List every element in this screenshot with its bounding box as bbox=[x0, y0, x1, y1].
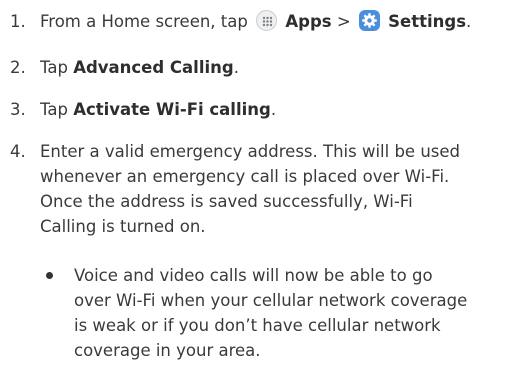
step-4-line: whenever an emergency call is placed ove… bbox=[40, 167, 450, 186]
bullet-text: Voice and video calls will now be able t… bbox=[74, 263, 504, 363]
step-number: 4. bbox=[10, 142, 26, 161]
gear-icon bbox=[358, 10, 380, 31]
step-1-suffix: . bbox=[466, 12, 472, 31]
step-4-line: Calling is turned on. bbox=[40, 217, 206, 236]
step-3-prefix: Tap bbox=[40, 100, 68, 119]
step-1-prefix: From a Home screen, tap bbox=[40, 12, 248, 31]
step-number: 2. bbox=[10, 58, 26, 77]
bullet-line: over Wi-Fi when your cellular network co… bbox=[74, 291, 468, 310]
step-number: 3. bbox=[10, 100, 26, 119]
step-text: Tap Activate Wi-Fi calling. bbox=[40, 97, 276, 122]
step-text: Enter a valid emergency address. This wi… bbox=[40, 139, 460, 239]
step-2-prefix: Tap bbox=[40, 58, 68, 77]
step-number: 1. bbox=[10, 12, 26, 31]
settings-label: Settings bbox=[388, 12, 467, 31]
separator: > bbox=[336, 12, 351, 31]
apps-grid-icon bbox=[256, 10, 278, 31]
step-text: From a Home screen, tap Apps > Settings. bbox=[40, 9, 471, 34]
bullet-line: is weak or if you don’t have cellular ne… bbox=[74, 316, 441, 335]
step-3-suffix: . bbox=[270, 100, 277, 119]
step-4-line: Once the address is saved successfully, … bbox=[40, 192, 413, 211]
step-4-line: Enter a valid emergency address. This wi… bbox=[40, 142, 461, 161]
step-text: Tap Advanced Calling. bbox=[40, 55, 239, 80]
apps-label: Apps bbox=[285, 12, 332, 31]
advanced-calling-label: Advanced Calling bbox=[73, 58, 234, 77]
bullet-line: coverage in your area. bbox=[74, 341, 261, 360]
bullet-line: Voice and video calls will now be able t… bbox=[74, 266, 433, 285]
step-2-suffix: . bbox=[233, 58, 239, 77]
activate-wifi-calling-label: Activate Wi-Fi calling bbox=[73, 100, 271, 119]
bullet-dot bbox=[46, 272, 53, 279]
